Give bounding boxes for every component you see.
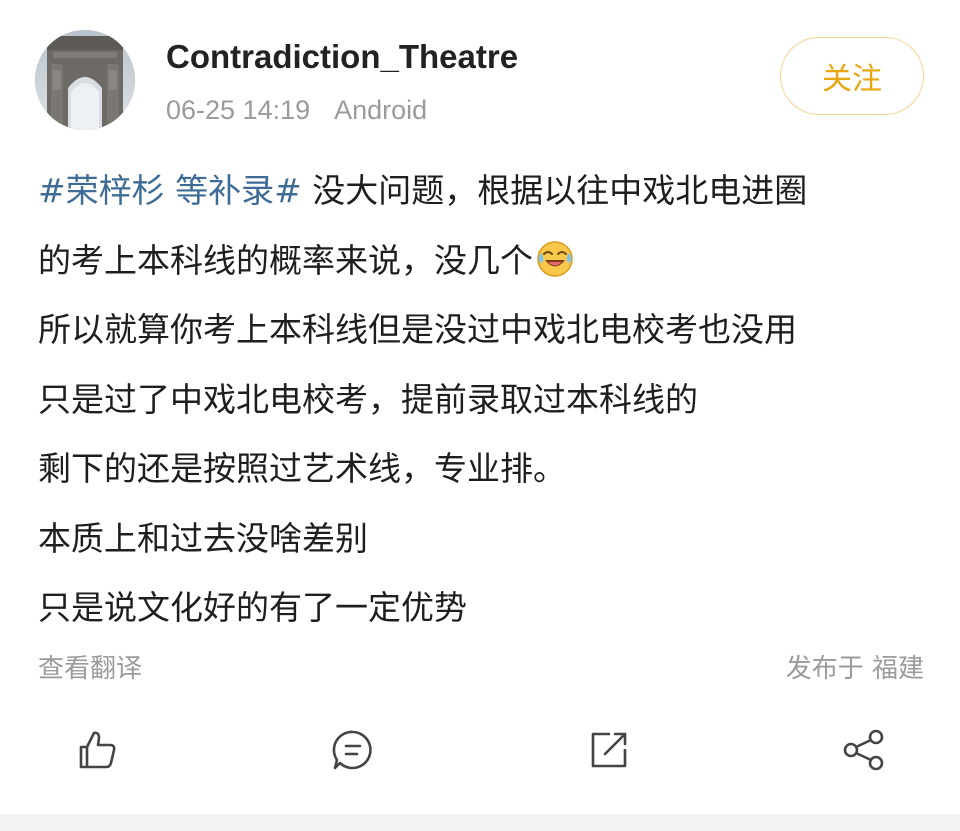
like-button[interactable] <box>73 726 121 774</box>
follow-button[interactable]: 关注 <box>780 37 924 115</box>
laughing-crying-emoji-icon <box>535 238 575 278</box>
avatar[interactable] <box>35 30 135 130</box>
content-text: 只是说文化好的有了一定优势 <box>38 588 467 627</box>
content-line: 剩下的还是按照过艺术线，专业排。 <box>38 439 938 509</box>
content-text: 只是过了中戏北电校考，提前录取过本科线的 <box>38 379 698 419</box>
content-line: 本质上和过去没啥差别 <box>38 509 938 579</box>
comment-icon <box>332 730 372 770</box>
post-content: #荣梓杉 等补录# 没大问题，根据以往中戏北电进圈 的考上本科线的概率来说，没几… <box>38 161 938 648</box>
author-name[interactable]: Contradiction_Theatre <box>166 38 518 76</box>
avatar-image <box>35 30 135 130</box>
content-text: 没大问题，根据以往中戏北电进圈 <box>301 171 808 210</box>
content-line: 所以就算你考上本科线但是没过中戏北电校考也没用 <box>38 300 938 370</box>
content-text: 剩下的还是按照过艺术线，专业排。 <box>38 449 566 488</box>
share-icon <box>843 729 884 771</box>
bottom-separator <box>0 814 960 831</box>
content-line: #荣梓杉 等补录# 没大问题，根据以往中戏北电进圈 <box>38 161 938 231</box>
content-line: 只是过了中戏北电校考，提前录取过本科线的 <box>38 370 938 440</box>
post-time: 06-25 14:19 <box>166 95 311 125</box>
content-text: 的考上本科线的概率来说，没几个 <box>38 240 533 280</box>
hashtag-link[interactable]: #荣梓杉 等补录# <box>38 171 302 210</box>
post-location: 发布于 福建 <box>785 654 924 684</box>
content-text: 本质上和过去没啥差别 <box>38 518 368 558</box>
thumbs-up-icon <box>79 731 116 769</box>
comment-button[interactable] <box>329 726 377 774</box>
weibo-post-card: Contradiction_Theatre 06-25 14:19 Android… <box>0 0 960 814</box>
share-button[interactable] <box>840 726 888 774</box>
repost-icon <box>591 732 627 768</box>
content-text: 所以就算你考上本科线但是没过中戏北电校考也没用 <box>38 310 797 349</box>
content-line: 只是说文化好的有了一定优势 <box>38 578 938 648</box>
content-line: 的考上本科线的概率来说，没几个 <box>38 231 938 301</box>
repost-button[interactable] <box>585 726 633 774</box>
post-meta: 06-25 14:19 Android <box>166 95 427 126</box>
view-translation-link[interactable]: 查看翻译 <box>38 648 142 685</box>
post-source: Android <box>334 95 428 125</box>
